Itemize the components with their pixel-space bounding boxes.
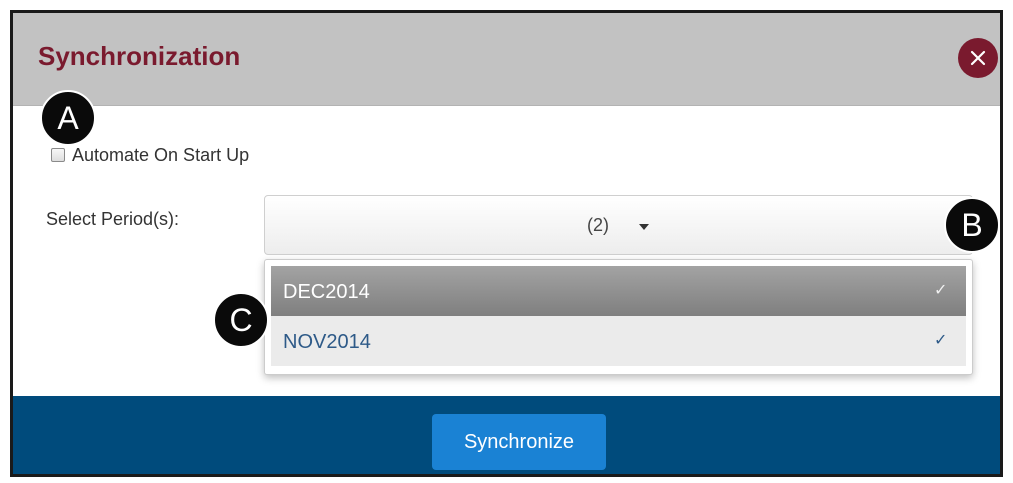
checkmark-icon: ✓ [934, 282, 948, 299]
close-x-icon [970, 50, 986, 66]
period-selected-count: (2) [587, 215, 609, 235]
automate-label: Automate On Start Up [72, 144, 250, 165]
period-select[interactable]: (2) [264, 195, 973, 255]
close-button[interactable] [958, 38, 998, 78]
callout-marker-b: B [944, 197, 1000, 253]
option-label: DEC2014 [283, 281, 370, 303]
period-label: Select Period(s): [46, 209, 180, 229]
period-option-dec2014[interactable]: DEC2014 ✓ [271, 266, 966, 316]
dialog-footer: Synchronize [13, 396, 1000, 474]
callout-marker-a: A [40, 90, 96, 146]
dialog-title: Synchronization [38, 41, 241, 71]
caret-down-icon [639, 224, 649, 230]
period-dropdown: DEC2014 ✓ NOV2014 ✓ [264, 259, 973, 375]
synchronize-button[interactable]: Synchronize [432, 414, 606, 470]
checkmark-icon: ✓ [934, 332, 948, 349]
synchronization-dialog: Synchronization Automate On Start Up Sel… [10, 10, 1003, 477]
option-label: NOV2014 [283, 331, 371, 353]
callout-marker-c: C [213, 292, 269, 348]
period-option-nov2014[interactable]: NOV2014 ✓ [271, 316, 966, 366]
automate-checkbox[interactable] [51, 148, 65, 162]
dialog-header: Synchronization [13, 13, 1000, 106]
automate-row: Automate On Start Up [51, 144, 249, 166]
dialog-body: Automate On Start Up Select Period(s): (… [13, 106, 1000, 396]
